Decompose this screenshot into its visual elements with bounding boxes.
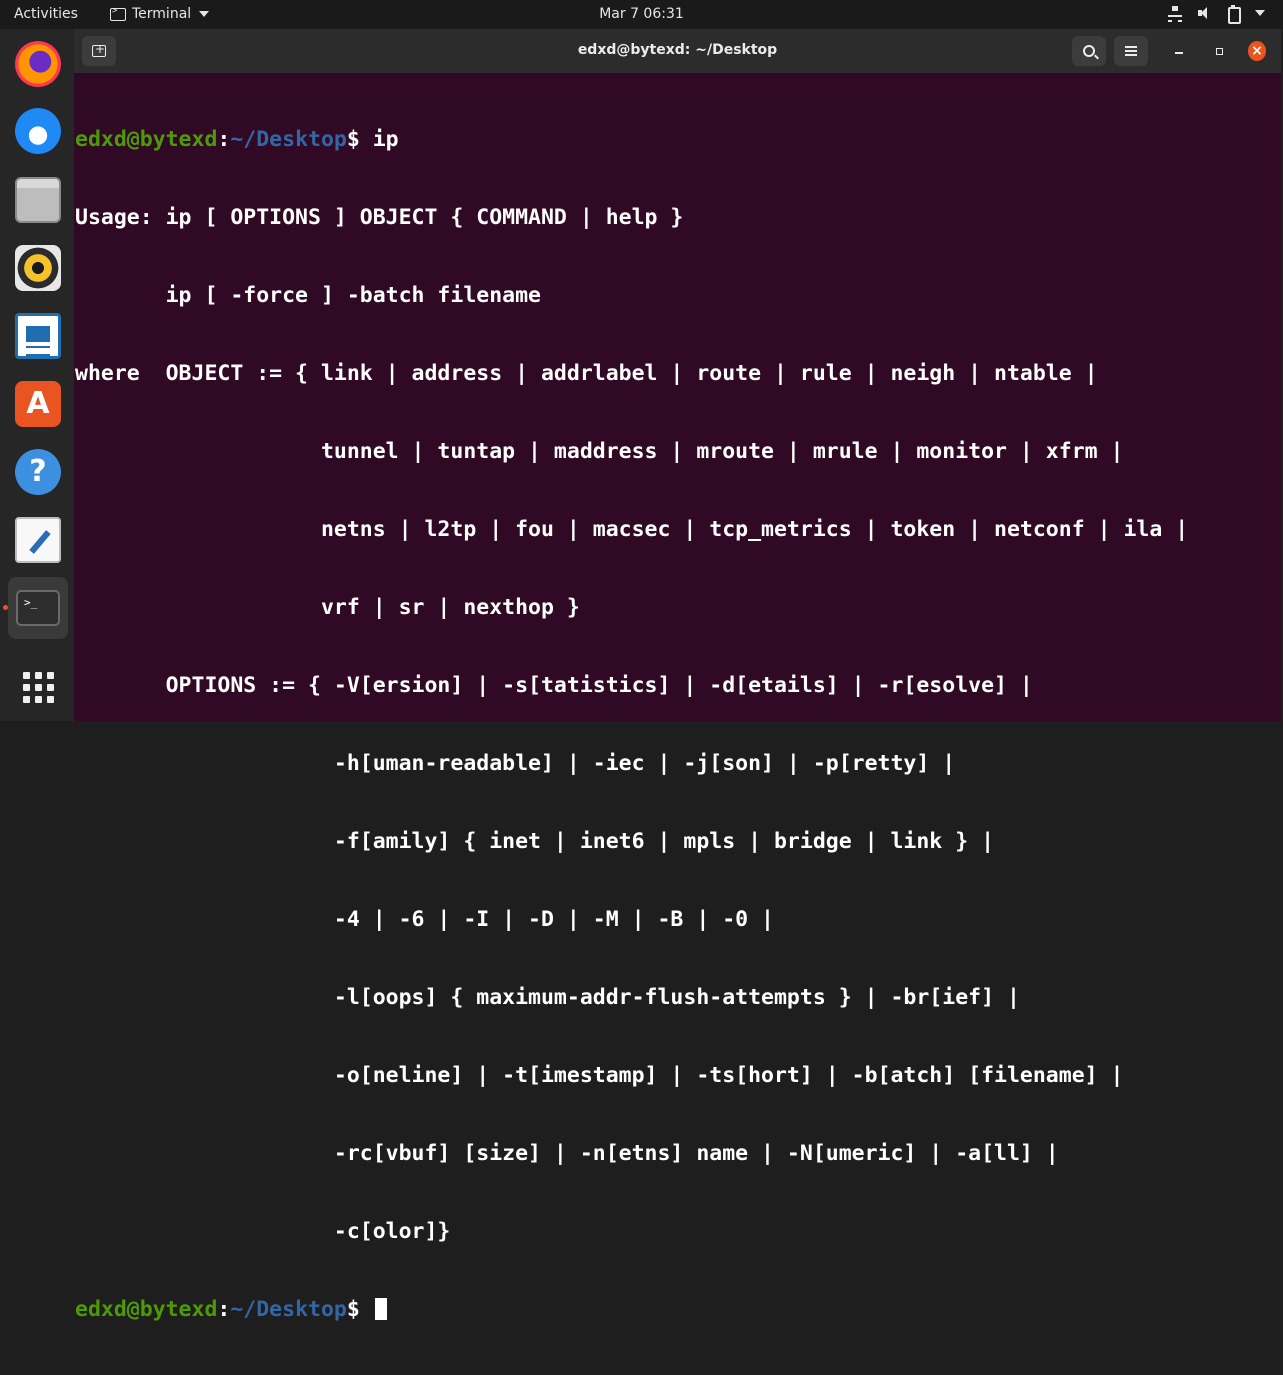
- output-line: -c[olor]}: [75, 1219, 451, 1244]
- search-button[interactable]: [1072, 36, 1106, 66]
- output-line: -o[neline] | -t[imestamp] | -ts[hort] | …: [75, 1063, 1124, 1088]
- maximize-button[interactable]: [1210, 42, 1228, 60]
- output-line: -f[amily] { inet | inet6 | mpls | bridge…: [75, 829, 995, 854]
- prompt-symbol: $: [346, 127, 373, 152]
- minimize-button[interactable]: [1170, 42, 1188, 60]
- dock-rhythmbox[interactable]: [8, 238, 68, 298]
- volume-icon: [1197, 5, 1213, 21]
- dock-files[interactable]: [8, 170, 68, 230]
- prompt-symbol: $: [346, 1297, 373, 1322]
- app-grid-icon: [22, 671, 54, 703]
- output-line: ip [ -force ] -batch filename: [75, 283, 541, 308]
- output-line: Usage: ip [ OPTIONS ] OBJECT { COMMAND |…: [75, 205, 684, 230]
- output-line: tunnel | tuntap | maddress | mroute | mr…: [75, 439, 1124, 464]
- prompt-separator: :: [217, 1297, 231, 1322]
- clock[interactable]: Mar 7 06:31: [0, 6, 1283, 22]
- prompt-line: edxd@bytexd:~/Desktop$ ip: [75, 127, 1281, 153]
- menu-button[interactable]: [1114, 36, 1148, 66]
- running-indicator: [3, 605, 8, 610]
- search-icon: [1083, 45, 1095, 57]
- text-cursor: [374, 1298, 387, 1320]
- output-line: where OBJECT := { link | address | addrl…: [75, 361, 1098, 386]
- output-line: -h[uman-readable] | -iec | -j[son] | -p[…: [75, 751, 956, 776]
- network-icon: [1167, 5, 1183, 22]
- dock-text-editor[interactable]: [8, 510, 68, 570]
- output-line: -4 | -6 | -I | -D | -M | -B | -0 |: [75, 907, 774, 932]
- output-line: netns | l2tp | fou | macsec | tcp_metric…: [75, 517, 1189, 542]
- terminal-output[interactable]: edxd@bytexd:~/Desktop$ ip Usage: ip [ OP…: [74, 73, 1281, 1322]
- dock-thunderbird[interactable]: [8, 101, 68, 161]
- command-text: ip: [372, 127, 399, 152]
- dock: A ? >_: [0, 29, 74, 721]
- output-line: vrf | sr | nexthop }: [75, 595, 580, 620]
- output-line: -rc[vbuf] [size] | -n[etns] name | -N[um…: [75, 1141, 1059, 1166]
- close-icon: ×: [1248, 41, 1266, 61]
- dock-help[interactable]: ?: [8, 442, 68, 502]
- prompt-user: edxd@bytexd: [75, 1297, 218, 1322]
- terminal-window: edxd@bytexd: ~/Desktop × edxd@bytexd:~/D…: [74, 29, 1281, 1322]
- close-button[interactable]: ×: [1248, 41, 1266, 61]
- top-bar: Activities Terminal Mar 7 06:31: [0, 0, 1283, 29]
- software-icon: A: [15, 381, 61, 427]
- prompt-line[interactable]: edxd@bytexd:~/Desktop$: [75, 1297, 1281, 1323]
- battery-icon: [1227, 5, 1241, 24]
- firefox-icon: [15, 41, 61, 87]
- prompt-separator: :: [217, 127, 231, 152]
- dock-writer[interactable]: [8, 306, 68, 366]
- chevron-down-icon: [1255, 10, 1265, 16]
- rhythmbox-icon: [15, 245, 61, 291]
- maximize-icon: [1215, 47, 1223, 55]
- help-icon: ?: [15, 449, 61, 495]
- show-applications-button[interactable]: [8, 657, 68, 717]
- prompt-path: ~/Desktop: [230, 1297, 347, 1322]
- writer-icon: [15, 313, 61, 359]
- dock-terminal[interactable]: >_: [8, 577, 68, 639]
- text-editor-icon: [15, 517, 61, 563]
- prompt-user: edxd@bytexd: [75, 127, 218, 152]
- output-line: -l[oops] { maximum-addr-flush-attempts }…: [75, 985, 1020, 1010]
- dock-software[interactable]: A: [8, 374, 68, 434]
- system-menu[interactable]: [1167, 5, 1265, 24]
- output-line: OPTIONS := { -V[ersion] | -s[tatistics] …: [75, 673, 1033, 698]
- prompt-path: ~/Desktop: [230, 127, 347, 152]
- terminal-icon: >_: [16, 590, 60, 626]
- thunderbird-icon: [15, 108, 61, 154]
- minimize-icon: [1175, 52, 1183, 54]
- window-titlebar[interactable]: edxd@bytexd: ~/Desktop ×: [74, 29, 1281, 73]
- hamburger-menu-icon: [1125, 46, 1137, 56]
- dock-firefox[interactable]: [8, 34, 68, 94]
- files-icon: [15, 177, 61, 223]
